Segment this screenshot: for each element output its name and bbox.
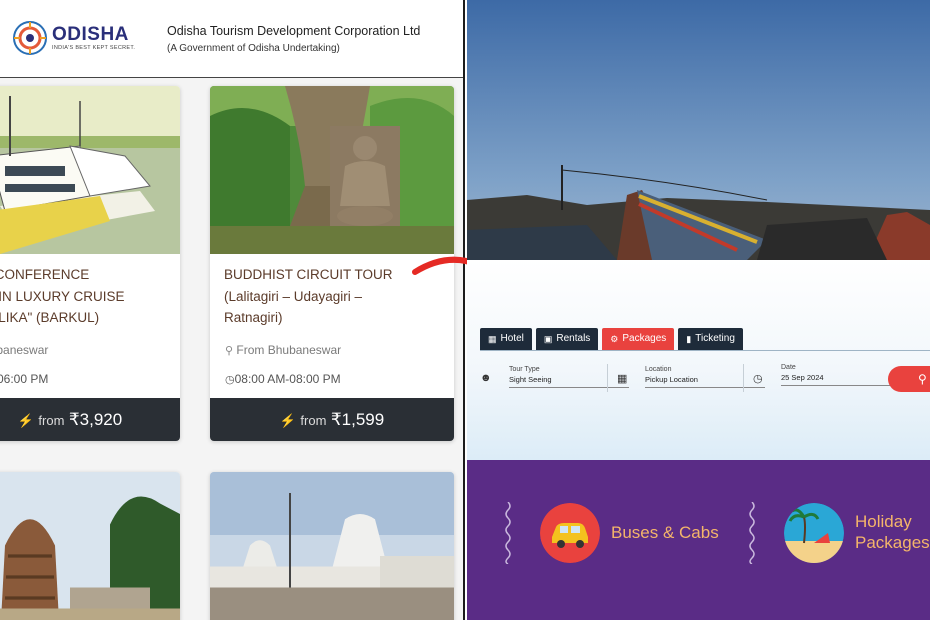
category-strip: Buses & Cabs Holiday Packages	[467, 460, 930, 620]
person-walking-icon: ☻	[480, 372, 492, 384]
tour-time-text: 08:00 AM-08:00 PM	[234, 372, 341, 386]
field-underline	[645, 387, 765, 388]
holiday-packages-label[interactable]: Holiday Packages	[855, 511, 930, 553]
tour-location-text: From Bhubaneswar	[236, 343, 342, 357]
tab-label: Ticketing	[695, 333, 735, 344]
organization-subtitle: (A Government of Odisha Undertaking)	[167, 43, 340, 54]
location-value: Pickup Location	[645, 375, 698, 384]
tour-card[interactable]	[0, 472, 180, 620]
booking-widget: ▦ Hotel ▣ Rentals ⚙ Packages ▮ Ticketing…	[467, 260, 930, 460]
logo-wordmark[interactable]: ODISHA	[52, 24, 129, 46]
tour-time: ◷08:00 AM-08:00 PM	[225, 372, 341, 386]
map-pin-icon: ⚲	[225, 345, 234, 357]
tab-label: Packages	[622, 333, 667, 344]
lightning-icon: ⚡	[17, 413, 34, 428]
field-separator	[607, 364, 608, 392]
site-header: ODISHA INDIA'S BEST KEPT SECRET. Odisha …	[0, 0, 463, 78]
price-from-label: from	[300, 413, 327, 428]
buddha-statue-image	[210, 86, 454, 254]
field-separator	[743, 364, 744, 392]
ticket-icon: ▮	[686, 334, 692, 344]
organization-name: Odisha Tourism Development Corporation L…	[167, 24, 421, 38]
tour-location: ⚲ From Bhubaneswar	[225, 343, 341, 357]
lightning-icon: ⚡	[279, 413, 296, 428]
booking-tabs: ▦ Hotel ▣ Rentals ⚙ Packages ▮ Ticketing	[480, 328, 743, 350]
tour-title-line: GE IN LUXURY CRUISE	[0, 288, 125, 304]
car-icon: ▣	[543, 334, 553, 344]
price-amount: ₹1,599	[330, 410, 385, 429]
tab-label: Hotel	[500, 333, 524, 344]
date-value: 25 Sep 2024	[781, 373, 824, 382]
beach-icon[interactable]	[784, 503, 844, 563]
tour-title[interactable]: AL CONFERENCE GE IN LUXURY CRUISE CHILIK…	[0, 264, 125, 329]
tour-card[interactable]	[210, 472, 454, 620]
price-bar[interactable]: ⚡ from ₹1,599	[210, 398, 454, 441]
price-amount: ₹3,920	[68, 410, 123, 429]
tab-divider	[480, 350, 930, 351]
tour-card[interactable]: AL CONFERENCE GE IN LUXURY CRUISE CHILIK…	[0, 86, 180, 441]
field-underline	[781, 385, 901, 386]
tab-label: Rentals	[556, 333, 591, 344]
hotel-icon: ▦	[488, 334, 497, 344]
tour-title-line: Ratnagiri)	[224, 310, 283, 325]
clock-icon: ◷	[225, 374, 235, 386]
squiggle-divider-icon	[749, 502, 755, 564]
tour-title-line: CHILIKA" (BARKUL)	[0, 310, 100, 325]
field-underline	[509, 387, 629, 388]
search-button[interactable]: ⚲	[888, 366, 930, 392]
date-picker[interactable]: Date 25 Sep 2024	[781, 364, 901, 386]
search-icon: ⚲	[918, 372, 927, 386]
buses-cabs-label[interactable]: Buses & Cabs	[611, 522, 719, 543]
right-screenshot-panel: ▦ Hotel ▣ Rentals ⚙ Packages ▮ Ticketing…	[467, 0, 930, 620]
location-select[interactable]: Location Pickup Location	[645, 366, 765, 388]
cruise-boat-image	[0, 86, 180, 254]
location-label: Location	[645, 366, 672, 373]
odisha-logo-icon[interactable]	[12, 20, 48, 56]
tour-title-line: AL CONFERENCE	[0, 267, 90, 282]
clock-icon: ◷	[753, 373, 763, 385]
logo-tagline: INDIA'S BEST KEPT SECRET.	[52, 45, 136, 51]
price-bar[interactable]: ⚡ from ₹3,920	[0, 398, 180, 441]
holiday-packages-line: Holiday	[855, 512, 912, 531]
tab-rentals[interactable]: ▣ Rentals	[535, 328, 599, 350]
tour-type-label: Tour Type	[509, 366, 540, 373]
date-label: Date	[781, 364, 796, 371]
tour-title-line: BUDDHIST CIRCUIT TOUR	[224, 267, 393, 282]
temple-image	[0, 472, 180, 620]
tour-title[interactable]: BUDDHIST CIRCUIT TOUR (Lalitagiri – Uday…	[224, 264, 393, 329]
packages-icon: ⚙	[610, 334, 619, 344]
squiggle-divider-icon	[505, 502, 511, 564]
white-temple-image	[210, 472, 454, 620]
holiday-packages-line: Packages	[855, 533, 930, 552]
tab-hotel[interactable]: ▦ Hotel	[480, 328, 532, 350]
price-from-label: from	[38, 413, 65, 428]
map-icon: ▦	[617, 373, 628, 385]
tab-packages[interactable]: ⚙ Packages	[602, 328, 675, 350]
tour-location: Bhubaneswar	[0, 343, 49, 357]
tour-type-select[interactable]: Tour Type Sight Seeing	[509, 366, 629, 388]
left-screenshot-panel: ODISHA INDIA'S BEST KEPT SECRET. Odisha …	[0, 0, 465, 620]
tour-type-value: Sight Seeing	[509, 375, 552, 384]
tour-title-line: (Lalitagiri – Udayagiri –	[224, 288, 363, 304]
car-icon[interactable]	[540, 503, 600, 563]
tour-time: AM-06:00 PM	[0, 372, 49, 386]
tab-ticketing[interactable]: ▮ Ticketing	[678, 328, 743, 350]
boats-hero-image	[467, 0, 930, 260]
